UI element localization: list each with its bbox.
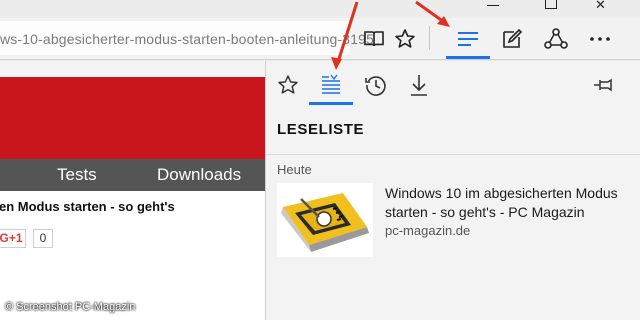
history-tab-icon[interactable] xyxy=(358,69,394,101)
browser-toolbar: ws-10-abgesicherter-modus-starten-booten… xyxy=(0,18,640,60)
panel-title: LESELISTE xyxy=(277,121,365,138)
article-thumbnail xyxy=(277,183,373,257)
hub-icon[interactable] xyxy=(453,24,483,54)
toolbar-separator xyxy=(429,26,430,50)
panel-divider xyxy=(266,154,640,155)
page-top-bar xyxy=(0,61,265,77)
web-page: Tests Downloads en Modus starten - so ge… xyxy=(0,61,265,320)
favorites-tab-icon[interactable] xyxy=(270,69,306,101)
web-note-icon[interactable] xyxy=(497,24,527,54)
more-icon[interactable] xyxy=(585,24,615,54)
nav-downloads[interactable]: Downloads xyxy=(157,165,241,185)
article-headline[interactable]: en Modus starten - so geht's xyxy=(0,199,175,214)
minimize-button[interactable] xyxy=(487,0,501,12)
share-icon[interactable] xyxy=(541,24,571,54)
hub-active-indicator xyxy=(446,56,490,59)
gplus-count: 0 xyxy=(33,229,53,248)
site-navigation: Tests Downloads xyxy=(0,159,265,191)
title-bar: ✕ xyxy=(0,0,640,18)
gplus-button[interactable]: G+1 xyxy=(0,229,26,248)
reading-view-icon[interactable] xyxy=(359,24,389,54)
url-text: ws-10-abgesicherter-modus-starten-booten… xyxy=(0,31,375,47)
site-header-banner xyxy=(0,77,265,159)
reading-list-tab-indicator xyxy=(309,102,353,105)
hub-panel: LESELISTE Heute Windows 10 im abgesicher… xyxy=(265,61,640,320)
address-bar[interactable]: ws-10-abgesicherter-modus-starten-booten… xyxy=(0,21,374,55)
close-window-button[interactable]: ✕ xyxy=(595,0,609,12)
downloads-tab-icon[interactable] xyxy=(401,69,437,101)
maximize-button[interactable] xyxy=(545,0,557,9)
reading-list-item[interactable]: Windows 10 im abgesicherten Modus starte… xyxy=(277,183,632,257)
screenshot-watermark: © Screenshot PC-Magazin xyxy=(5,301,136,313)
browser-window: ✕ ws-10-abgesicherter-modus-starten-boot… xyxy=(0,0,640,320)
reading-list-item-url: pc-magazin.de xyxy=(385,223,471,238)
favorite-star-icon[interactable] xyxy=(390,24,420,54)
nav-tests[interactable]: Tests xyxy=(57,165,97,185)
reading-list-tab-icon[interactable] xyxy=(313,69,349,101)
pin-panel-icon[interactable] xyxy=(591,73,615,97)
section-label: Heute xyxy=(277,162,312,177)
reading-list-item-title[interactable]: Windows 10 im abgesicherten Modus starte… xyxy=(385,184,630,222)
